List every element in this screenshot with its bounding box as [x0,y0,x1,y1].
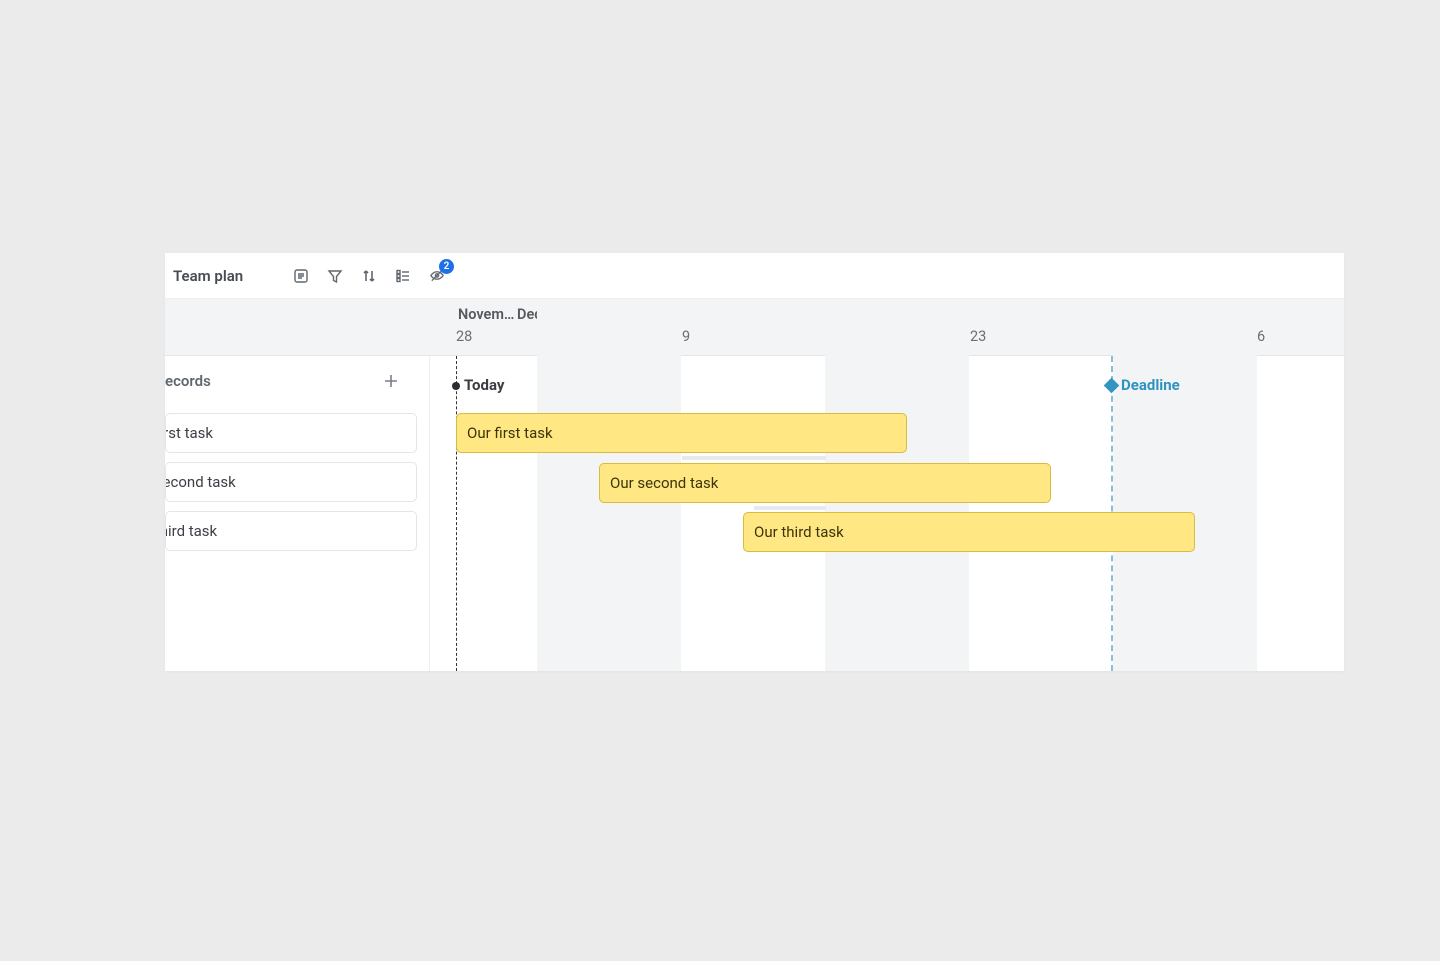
record-item[interactable]: r third task [165,511,417,551]
week-shade [1113,299,1257,671]
task-bar[interactable]: Our first task [456,413,907,453]
timeline-grid[interactable]: Today Deadline Our first task Our second… [430,356,1344,671]
records-title: ecords [165,372,211,390]
hide-fields-badge: 2 [439,259,454,274]
records-sidebar: ecords r first task r second task r thir… [165,356,430,671]
day-label: 9 [682,328,690,345]
day-label: 23 [970,328,986,345]
task-bar-label: Our third task [754,523,844,541]
sort-icon[interactable] [361,268,377,284]
task-bar[interactable]: Our second task [599,463,1051,503]
day-label: 6 [1257,328,1265,345]
day-label: 28 [456,328,472,345]
task-bar[interactable]: Our third task [743,512,1195,552]
record-item[interactable]: r first task [165,413,417,453]
record-label: r second task [165,473,236,491]
task-connector [682,456,826,460]
record-label: r third task [165,522,217,540]
toolbar: Team plan 2 [165,253,1344,299]
timeline-app: Team plan 2 Novem… December January 28 [165,253,1344,671]
month-label: Novem… [458,306,514,323]
deadline-label: Deadline [1121,376,1180,394]
task-bar-label: Our second task [610,474,718,492]
records-list: r first task r second task r third task [165,406,429,551]
today-line [456,356,457,671]
record-label: r first task [165,424,213,442]
view-title[interactable]: Team plan [165,267,243,285]
timeline-body: ecords r first task r second task r thir… [165,356,1344,671]
expand-record-icon[interactable] [293,268,309,284]
group-icon[interactable] [395,268,411,284]
filter-icon[interactable] [327,268,343,284]
task-connector [754,506,826,510]
records-header: ecords [165,356,429,406]
hide-fields-icon[interactable]: 2 [429,268,445,284]
task-bar-label: Our first task [467,424,553,442]
toolbar-actions: 2 [293,268,445,284]
record-item[interactable]: r second task [165,462,417,502]
add-record-icon[interactable] [383,373,399,389]
today-dot-icon [452,382,460,390]
today-label: Today [464,376,504,394]
